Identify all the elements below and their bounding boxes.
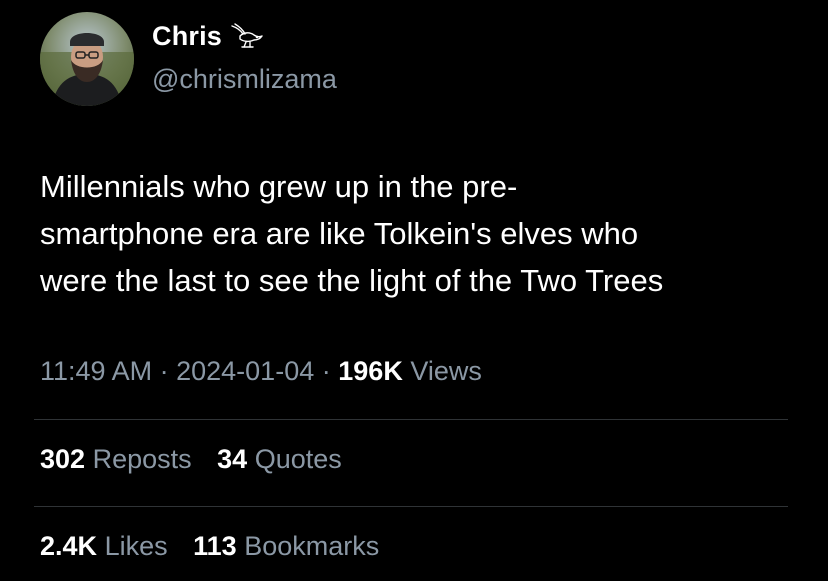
divider — [34, 419, 788, 420]
reposts-label: Reposts — [92, 444, 192, 474]
quotes-count: 34 — [217, 444, 248, 474]
views-label: Views — [410, 356, 482, 386]
bookmarks-count: 113 — [193, 531, 237, 561]
bookmarks-stat[interactable]: 113 Bookmarks — [193, 531, 379, 561]
likes-count: 2.4K — [40, 531, 98, 561]
author-handle[interactable]: @chrismlizama — [152, 64, 337, 95]
tweet-header: Chris @chrismlizama — [40, 12, 800, 108]
engagement-row-likes: 2.4K Likes 113 Bookmarks — [40, 531, 397, 562]
meta-separator: · — [159, 356, 169, 386]
author-name-row[interactable]: Chris — [152, 21, 268, 52]
views-count: 196K — [338, 356, 403, 386]
reposts-count: 302 — [40, 444, 86, 474]
tweet-time[interactable]: 11:49 AM — [40, 356, 152, 386]
likes-label: Likes — [104, 531, 168, 561]
likes-stat[interactable]: 2.4K Likes — [40, 531, 168, 561]
divider — [34, 506, 788, 507]
quotes-label: Quotes — [254, 444, 342, 474]
reposts-stat[interactable]: 302 Reposts — [40, 444, 192, 474]
bookmarks-label: Bookmarks — [244, 531, 380, 561]
avatar[interactable] — [40, 12, 134, 106]
bird-icon — [231, 22, 263, 48]
tweet-text: Millennials who grew up in the pre- smar… — [40, 169, 664, 298]
meta-separator: · — [321, 356, 331, 386]
engagement-row-reposts: 302 Reposts 34 Quotes — [40, 444, 360, 475]
tweet-meta: 11:49 AM · 2024-01-04 · 196K Views — [40, 356, 482, 387]
author-display-name[interactable]: Chris — [152, 21, 222, 52]
tweet-date[interactable]: 2024-01-04 — [176, 356, 314, 386]
avatar-photo-icon — [40, 12, 134, 106]
quotes-stat[interactable]: 34 Quotes — [217, 444, 342, 474]
